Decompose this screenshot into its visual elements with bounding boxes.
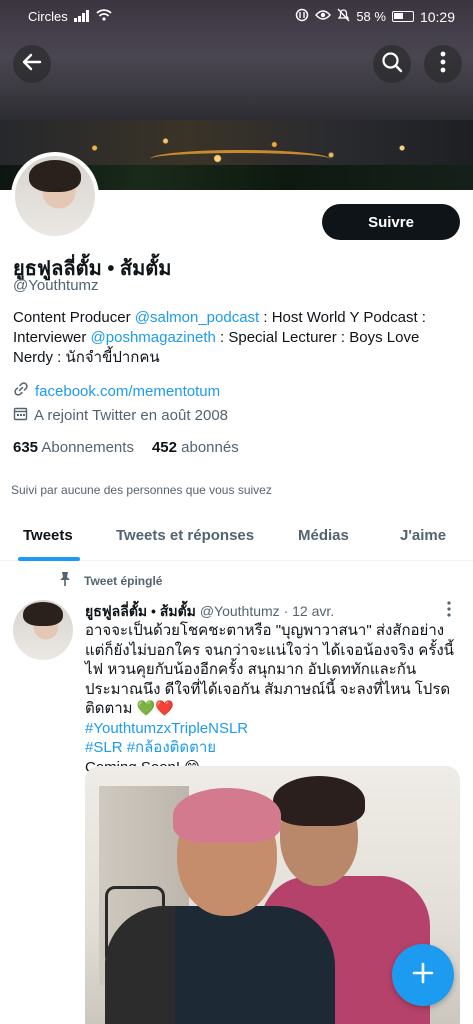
pinned-label: Tweet épinglé [84, 573, 163, 588]
profile-handle: @Youthtumz [13, 277, 99, 294]
status-bar: Circles 58 % 10:29 [0, 0, 473, 34]
wifi-icon [96, 8, 112, 25]
carrier-name: Circles [28, 9, 68, 24]
tweet-date[interactable]: · 12 avr. [284, 603, 335, 619]
followed-by-note: Suivi par aucune des personnes que vous … [11, 483, 272, 497]
profile-url-row: facebook.com/mementotum [13, 381, 220, 401]
link-icon [13, 381, 29, 401]
battery-icon [391, 11, 414, 22]
tweet-text: อาจจะเป็นด้วยโชคชะตาหรือ "บุญพาวาสนา" ส่… [85, 621, 462, 777]
avatar-image [15, 156, 95, 236]
more-vertical-icon [440, 51, 446, 78]
battery-percent: 58 % [356, 9, 386, 24]
compose-tweet-button[interactable] [392, 944, 454, 1006]
plus-icon [411, 961, 435, 990]
active-tab-indicator [18, 557, 80, 561]
clock: 10:29 [419, 8, 455, 25]
hashtag-link[interactable]: #SLR #กล้องติดตาย [85, 739, 216, 756]
following-stat[interactable]: 635 Abonnements [13, 439, 134, 456]
pinned-indicator: Tweet épinglé [58, 571, 162, 590]
tab-likes[interactable]: J'aime [400, 527, 446, 544]
mention-link[interactable]: @salmon_podcast [135, 309, 259, 326]
tweet-author-handle[interactable]: @Youthtumz [200, 603, 280, 619]
follow-button[interactable]: Suivre [322, 204, 460, 240]
pin-icon [58, 571, 72, 590]
arrow-left-icon [21, 51, 43, 78]
heart-emojis: 💚❤️ [136, 700, 175, 717]
tweet-more-icon[interactable] [446, 600, 452, 623]
followers-stat[interactable]: 452 abonnés [152, 439, 239, 456]
profile-tabs: Tweets Tweets et réponses Médias J'aime [0, 515, 473, 561]
tab-tweets-replies[interactable]: Tweets et réponses [116, 527, 254, 544]
tab-media[interactable]: Médias [298, 527, 349, 544]
hashtag-link[interactable]: #YouthtumzxTripleNSLR [85, 720, 248, 737]
search-icon [381, 51, 403, 78]
tweet-header: ยูธฟูลลี่ตั้ม • ส้มตั้ม @Youthtumz · 12 … [85, 601, 334, 623]
tweet-author-name[interactable]: ยูธฟูลลี่ตั้ม • ส้มตั้ม [85, 603, 196, 619]
signal-icon [74, 10, 90, 25]
back-button[interactable] [13, 45, 51, 83]
tweet-author-avatar[interactable] [13, 600, 73, 660]
profile-website-link[interactable]: facebook.com/mementotum [35, 383, 220, 400]
profile-bio: Content Producer @salmon_podcast : Host … [13, 309, 426, 366]
mention-link[interactable]: @poshmagazineth [91, 329, 216, 346]
join-date-row: A rejoint Twitter en août 2008 [13, 406, 228, 425]
eye-icon [315, 9, 332, 24]
more-options-button[interactable] [424, 45, 462, 83]
follow-stats: 635 Abonnements 452 abonnés [13, 439, 239, 456]
nfc-icon [295, 8, 309, 25]
search-button[interactable] [373, 45, 411, 83]
profile-avatar[interactable] [11, 152, 99, 240]
tab-tweets[interactable]: Tweets [23, 527, 73, 544]
calendar-icon [13, 406, 28, 425]
mute-bell-icon [337, 8, 350, 25]
join-date: A rejoint Twitter en août 2008 [34, 407, 229, 424]
